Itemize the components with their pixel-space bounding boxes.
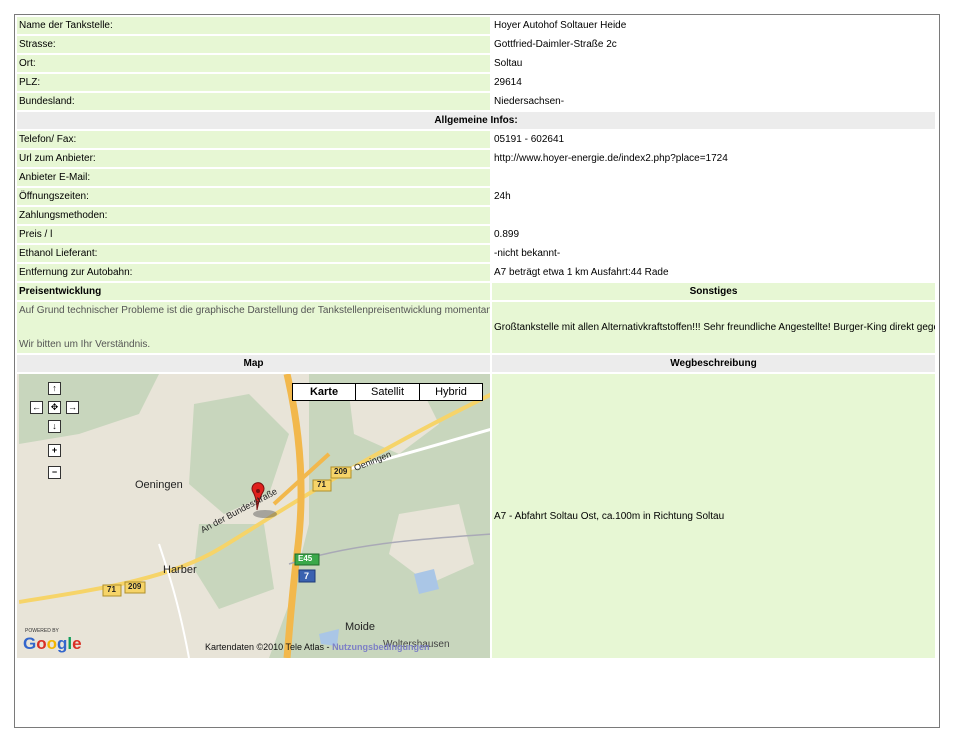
field-label: Öffnungszeiten: [17,188,490,205]
field-label: Anbieter E-Mail: [17,169,490,186]
field-value: Gottfried-Daimler-Straße 2c [492,36,935,53]
table-row: Öffnungszeiten: 24h [17,188,935,205]
field-label: Bundesland: [17,93,490,110]
pan-center-icon[interactable]: ✥ [48,401,61,414]
table-row: Telefon/ Fax: 05191 - 602641 [17,131,935,148]
map-type-satellit-button[interactable]: Satellit [355,384,419,400]
field-value: 29614 [492,74,935,91]
field-label: PLZ: [17,74,490,91]
field-value: -nicht bekannt- [492,245,935,262]
map-type-hybrid-button[interactable]: Hybrid [419,384,482,400]
e45-label: E45 [298,554,313,563]
map-cell: Oeningen Oeningen Harber Moide Woltersha… [17,374,490,658]
field-value: Niedersachsen- [492,93,935,110]
table-row: Bundesland: Niedersachsen- [17,93,935,110]
field-label: Ort: [17,55,490,72]
table-row: Url zum Anbieter: http://www.hoyer-energ… [17,150,935,167]
place-label-oeningen: Oeningen [135,479,183,491]
map-view[interactable]: Oeningen Oeningen Harber Moide Woltersha… [19,374,490,658]
field-label: Url zum Anbieter: [17,150,490,167]
field-value: 0.899 [492,226,935,243]
table-row: PLZ: 29614 [17,74,935,91]
terms-link[interactable]: Nutzungsbedingungen [332,642,429,652]
route-209-label: 209 [334,467,348,476]
price-note-apology: Wir bitten um Ihr Verständnis. [19,339,151,350]
subhead-row: Preisentwicklung Sonstiges [17,283,935,300]
table-row: Ort: Soltau [17,55,935,72]
table-row: Name der Tankstelle: Hoyer Autohof Solta… [17,17,935,34]
field-value: 24h [492,188,935,205]
place-label-harber: Harber [163,564,197,576]
field-value [492,169,935,186]
pan-left-icon[interactable]: ← [30,401,43,414]
field-value: A7 beträgt etwa 1 km Ausfahrt:44 Rade [492,264,935,281]
table-row: Zahlungsmethoden: [17,207,935,224]
field-label: Ethanol Lieferant: [17,245,490,262]
field-label: Name der Tankstelle: [17,17,490,34]
field-value: 05191 - 602641 [492,131,935,148]
a7-label: 7 [304,571,310,581]
map-copyright: Kartendaten ©2010 Tele Atlas - [205,642,333,652]
map-title: Map [17,355,490,372]
table-row: Strasse: Gottfried-Daimler-Straße 2c [17,36,935,53]
preisentwicklung-title: Preisentwicklung [17,283,490,300]
field-label: Strasse: [17,36,490,53]
route-description: A7 - Abfahrt Soltau Ost, ca.100m in Rich… [492,374,935,658]
pan-up-icon[interactable]: ↑ [48,382,61,395]
table-row: Anbieter E-Mail: [17,169,935,186]
google-logo[interactable]: Google [23,634,82,654]
sonstiges-text: Großtankstelle mit allen Alternativkraft… [492,302,935,353]
field-label: Zahlungsmethoden: [17,207,490,224]
table-row: Entfernung zur Autobahn: A7 beträgt etwa… [17,264,935,281]
price-note-text: Auf Grund technischer Probleme ist die g… [19,305,490,316]
map-row: Oeningen Oeningen Harber Moide Woltersha… [17,374,935,658]
route-71-label: 71 [107,585,116,594]
table-row: Preis / l 0.899 [17,226,935,243]
marker-shadow [253,510,277,518]
sonstiges-title: Sonstiges [492,283,935,300]
price-chart-note: Auf Grund technischer Probleme ist die g… [17,302,490,353]
pan-down-icon[interactable]: ↓ [48,420,61,433]
station-details-panel: Name der Tankstelle: Hoyer Autohof Solta… [14,14,940,728]
section-title: Allgemeine Infos: [17,112,935,129]
route-209-label: 209 [128,582,142,591]
provider-url: http://www.hoyer-energie.de/index2.php?p… [492,150,935,167]
zoom-out-icon[interactable]: − [48,466,61,479]
field-value [492,207,935,224]
pan-right-icon[interactable]: → [66,401,79,414]
section-row: Allgemeine Infos: [17,112,935,129]
field-value: Hoyer Autohof Soltauer Heide [492,17,935,34]
map-canvas[interactable] [19,374,490,658]
colhead-row: Map Wegbeschreibung [17,355,935,372]
field-value: Soltau [492,55,935,72]
field-label: Telefon/ Fax: [17,131,490,148]
field-label: Preis / l [17,226,490,243]
notes-row: Auf Grund technischer Probleme ist die g… [17,302,935,353]
map-type-karte-button[interactable]: Karte [293,384,355,400]
station-info-table: Name der Tankstelle: Hoyer Autohof Solta… [15,15,937,660]
map-type-control: Karte Satellit Hybrid [292,383,483,401]
wegbeschreibung-title: Wegbeschreibung [492,355,935,372]
map-attribution: Kartendaten ©2010 Tele Atlas - Nutzungsb… [205,642,430,652]
place-label-moide: Moide [345,621,375,633]
table-row: Ethanol Lieferant: -nicht bekannt- [17,245,935,262]
route-71-label: 71 [317,480,326,489]
zoom-in-icon[interactable]: + [48,444,61,457]
field-label: Entfernung zur Autobahn: [17,264,490,281]
